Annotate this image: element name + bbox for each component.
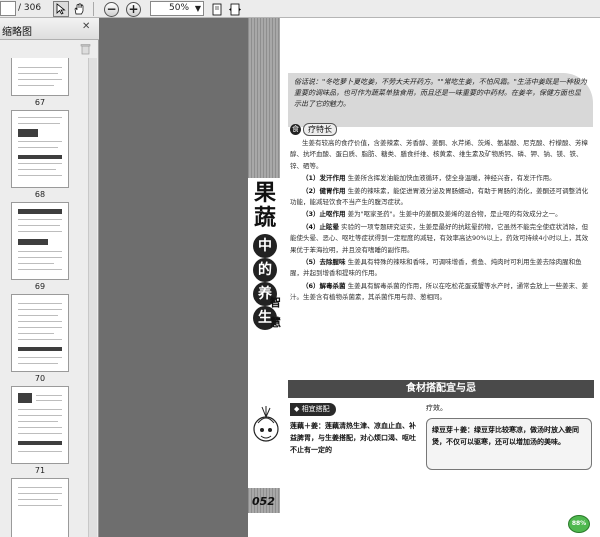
paragraph: 生姜有较高的食疗价值，含姜辣素、芳香醇、姜酮、水芹烯、茨烯、氨基酸、尼克酸、柠檬… (290, 139, 588, 170)
pdf-page: 果 蔬 中 的 养 生 智 慧 052 俗话说："冬吃萝卜夏吃姜，不劳大夫开药方… (248, 18, 600, 537)
paragraph: （2）健胃作用 生姜的辣味素，能促进胃液分泌及胃肠蠕动，有助于胃肠的消化，姜酮还… (290, 186, 589, 207)
pdf-viewer: / 306 − + 50% ▼ 缩略图 ✕ 67 68 69 70 71 果 蔬… (0, 0, 600, 537)
chevron-down-icon: ▼ (194, 4, 201, 13)
panel-header: 缩略图 ✕ (0, 18, 99, 40)
section-label: 疗特长 (303, 122, 337, 136)
book-title-small: 慧 (270, 316, 281, 329)
pairing-text: 疗效。 (426, 404, 447, 412)
top-toolbar: / 306 − + 50% ▼ (0, 0, 600, 18)
panel-title: 缩略图 (2, 27, 32, 38)
thumbnail-page[interactable] (11, 386, 69, 464)
thumbnail-page[interactable] (11, 478, 69, 537)
zoom-badge[interactable]: 88% (568, 515, 590, 533)
book-title-char: 果 (253, 180, 276, 206)
zoom-select[interactable]: 50% ▼ (150, 1, 204, 16)
page-number-input[interactable] (0, 1, 16, 16)
paragraph: （1）发汗作用 生姜所含挥发油能加快血液循环，使全身温暖，神经兴奋，有发汗作用。 (302, 174, 556, 183)
paragraph: （4）止眩晕 实验的一项专题研究证实，生姜是最好的抗眩晕药物，它虽然不能完全使症… (290, 222, 589, 254)
vegetable-illustration (253, 406, 279, 442)
page-count-label: / 306 (18, 3, 42, 13)
thumbnail-label: 70 (34, 374, 46, 383)
intro-quote: 俗话说："冬吃萝卜夏吃姜，不劳大夫开药方。""常吃生姜，不怕风霜。"生活中姜既是… (288, 73, 593, 127)
cursor-icon (56, 3, 66, 15)
thumbnail-label: 67 (34, 98, 46, 107)
paragraph: （6）解毒杀菌 生姜具有解毒杀菌的作用，所以在吃松花蛋或蟹等水产时，通常会放上一… (290, 281, 589, 302)
select-tool-button[interactable] (53, 1, 69, 17)
minus-icon: − (104, 1, 119, 17)
zoom-value: 50% (169, 3, 190, 13)
trash-icon[interactable] (80, 43, 91, 55)
thumbnail-page[interactable] (11, 58, 69, 96)
fit-width-icon (229, 3, 241, 15)
thumbnail-label: 69 (34, 282, 46, 291)
book-title-char: 蔬 (253, 205, 276, 231)
side-banner: 果 蔬 中 的 养 生 智 慧 052 (248, 18, 281, 537)
toolbar-divider (93, 2, 94, 16)
book-title-circle: 中 (253, 234, 277, 258)
decorative-strip (248, 18, 280, 178)
zoom-out-button[interactable]: − (104, 1, 119, 17)
pairing-callout: 绿豆芽＋姜：绿豆芽比较寒凉，做汤时放入姜同煲，不仅可以驱寒，还可以增加汤的美味。 (426, 418, 592, 470)
hand-tool-button[interactable] (71, 1, 87, 17)
pairing-subheading: ◆ 相宜搭配 (290, 403, 336, 416)
book-title-circle: 的 (253, 258, 277, 282)
document-area: 果 蔬 中 的 养 生 智 慧 052 俗话说："冬吃萝卜夏吃姜，不劳大夫开药方… (100, 18, 600, 537)
book-title-small: 智 (270, 296, 281, 309)
close-icon[interactable]: ✕ (82, 21, 90, 32)
paragraph: （3）止呕作用 姜为"呕家圣药"。生姜中的姜酮及姜烯的混合物，是止呕的有效成分之… (302, 210, 562, 219)
fit-page-icon (212, 3, 222, 15)
thumbnail-list: 67 68 69 70 71 (0, 58, 99, 537)
pairing-section-header: 食材搭配宜与忌 (288, 380, 594, 398)
zoom-in-button[interactable]: + (126, 1, 141, 17)
pairing-text: 莲藕＋姜：莲藕清热生津、凉血止血、补益脾胃，与生姜搭配，对心烦口渴、呕吐不止有一… (290, 422, 416, 454)
thumbnail-label: 68 (34, 190, 46, 199)
hand-icon (74, 3, 84, 15)
fit-width-button[interactable] (227, 1, 243, 17)
section-heading: 食 疗特长 (290, 122, 337, 136)
page-number: 052 (252, 495, 275, 508)
thumbnail-label: 71 (34, 466, 46, 475)
thumbnail-page[interactable] (11, 294, 69, 372)
thumbnail-page[interactable] (11, 202, 69, 280)
paragraph: （5）去除腥味 生姜具有特殊的辣味和香味，可调味增香，煮鱼、炖肉时可利用生姜去除… (290, 258, 582, 278)
body-text: 生姜有较高的食疗价值，含姜辣素、芳香醇、姜酮、水芹烯、茨烯、氨基酸、尼克酸、柠檬… (290, 138, 593, 305)
thumbnail-scrollbar[interactable] (88, 58, 97, 537)
fit-page-button[interactable] (209, 1, 225, 17)
thumbnail-panel: 缩略图 ✕ 67 68 69 70 71 (0, 18, 99, 537)
panel-toolbar (0, 40, 99, 58)
thumbnail-page[interactable] (11, 110, 69, 188)
plus-icon: + (126, 1, 141, 17)
section-icon: 食 (290, 123, 301, 135)
